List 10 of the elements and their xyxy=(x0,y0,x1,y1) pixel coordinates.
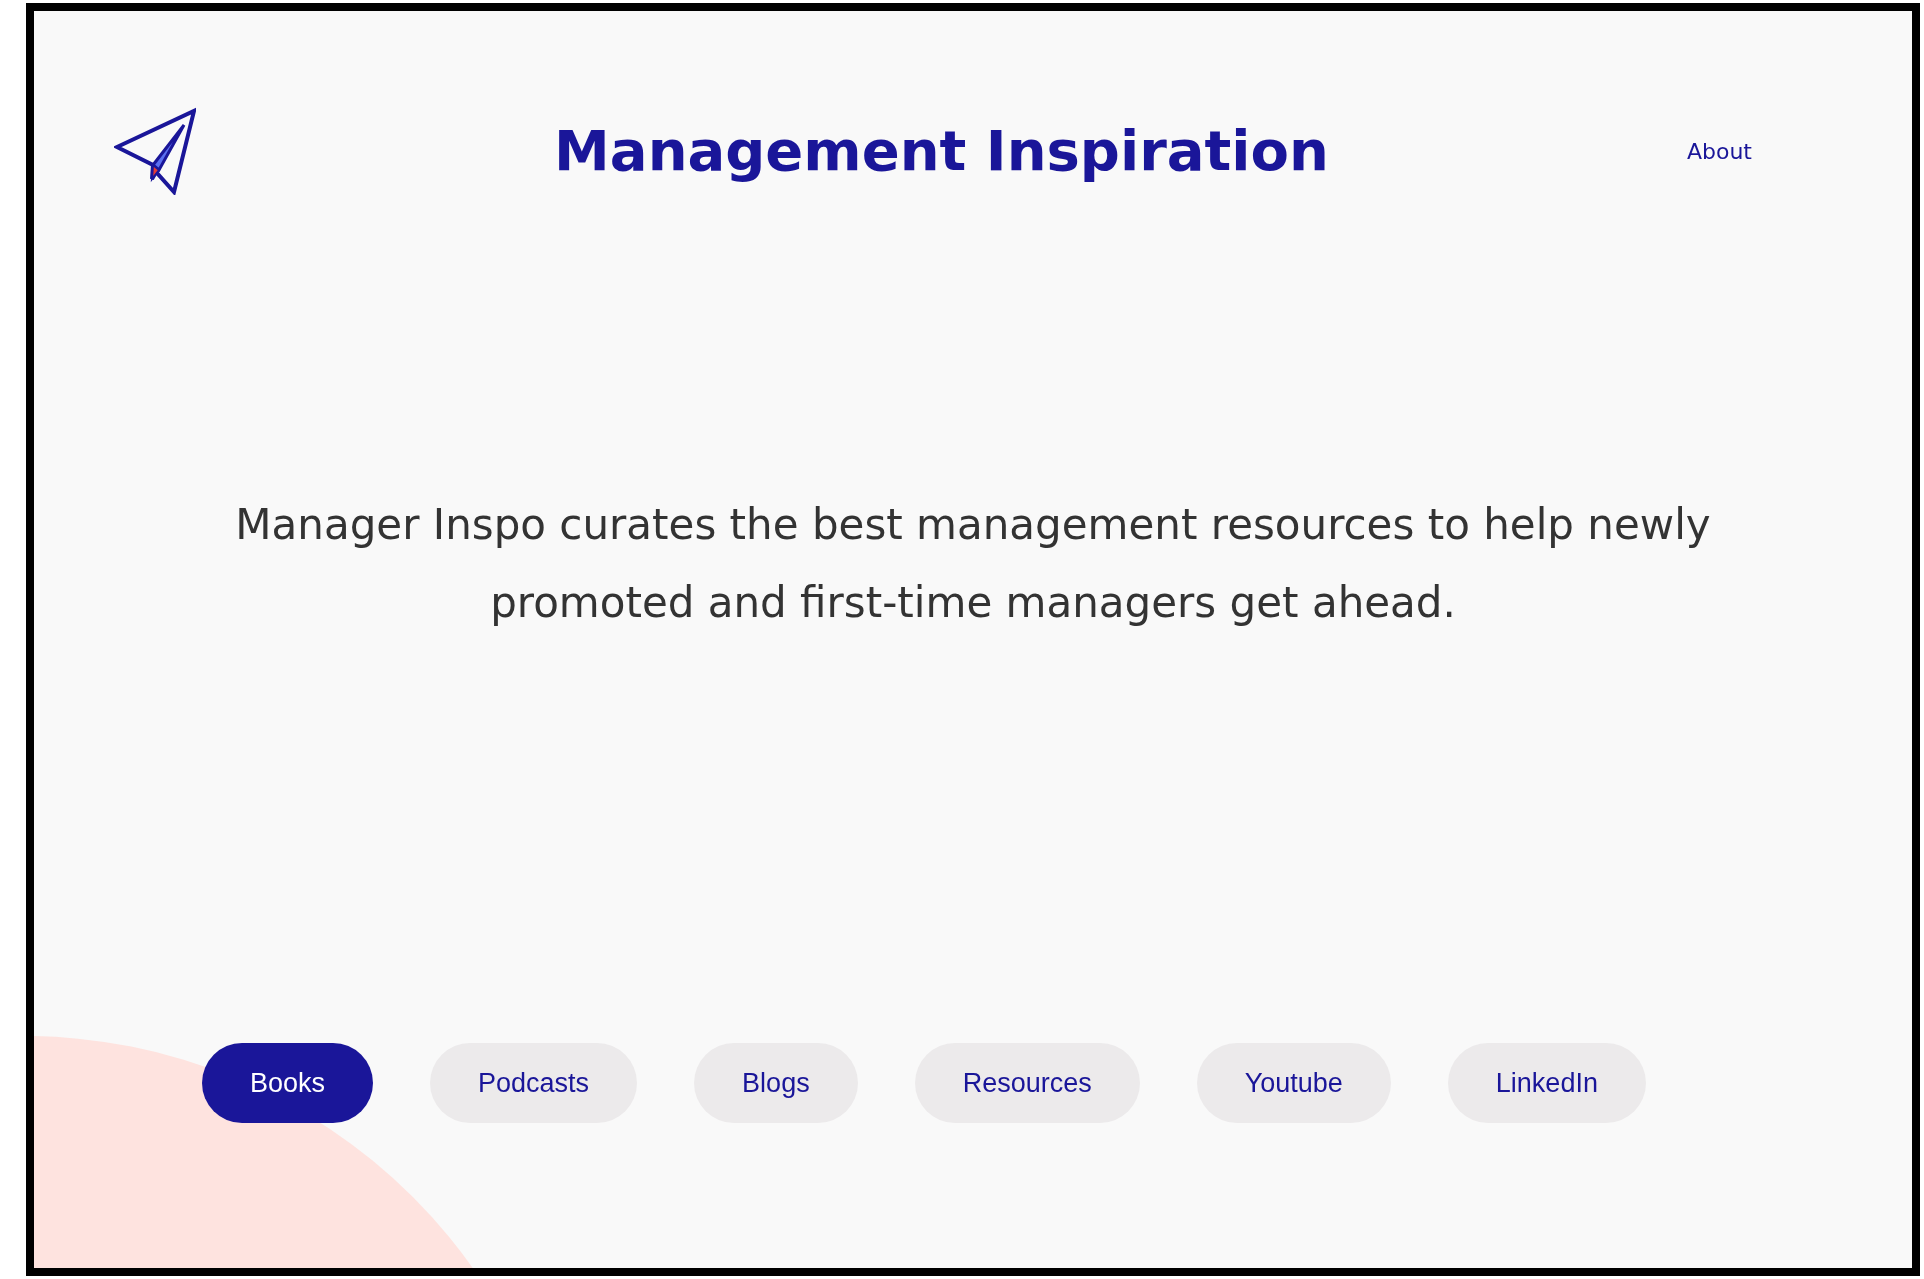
paper-plane-icon xyxy=(114,107,196,195)
category-tab[interactable]: LinkedIn xyxy=(1447,1043,1646,1123)
site-title: Management Inspiration xyxy=(553,117,1330,185)
category-tab[interactable]: Podcasts xyxy=(430,1043,638,1123)
tagline: Manager Inspo curates the best management resources to help newly promoted and first-time managers get ahead. xyxy=(234,499,1712,629)
nav-link[interactable]: About xyxy=(1686,134,1752,168)
category-tab[interactable]: Youtube xyxy=(1196,1043,1391,1123)
category-tab[interactable]: Blogs xyxy=(694,1043,858,1123)
category-tab[interactable]: Books xyxy=(202,1043,374,1123)
category-tab[interactable]: Resources xyxy=(914,1043,1140,1123)
